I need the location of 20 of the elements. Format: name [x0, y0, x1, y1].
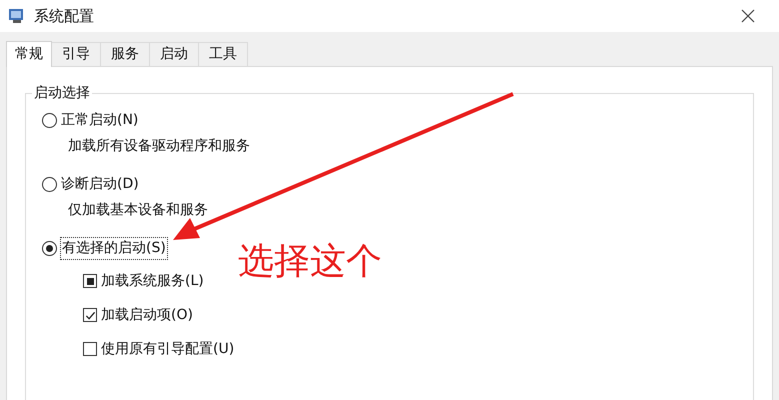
tab[interactable]: 常规 [6, 41, 52, 67]
close-icon[interactable] [741, 9, 755, 23]
checkbox-label: 加载启动项(O) [101, 306, 193, 324]
annotation-text: 选择这个 [238, 240, 382, 284]
radio-button[interactable] [42, 176, 57, 192]
checkbox[interactable] [83, 274, 97, 288]
window-title: 系统配置 [34, 6, 94, 27]
radio-button[interactable] [42, 112, 57, 128]
tab[interactable]: 工具 [198, 42, 248, 66]
checkbox[interactable] [83, 342, 97, 356]
option-description: 仅加载基本设备和服务 [68, 201, 209, 220]
checkbox-label: 使用原有引导配置(U) [101, 340, 234, 358]
radio-label: 正常启动(N) [61, 110, 138, 130]
radio-label: 诊断启动(D) [61, 174, 139, 194]
group-title: 启动选择 [32, 84, 92, 102]
option-description: 加载所有设备驱动程序和服务 [68, 137, 251, 156]
radio-button[interactable] [42, 240, 57, 256]
radio-label: 有选择的启动(S) [60, 236, 168, 260]
app-icon [8, 8, 26, 24]
checkbox-label: 加载系统服务(L) [101, 272, 204, 290]
